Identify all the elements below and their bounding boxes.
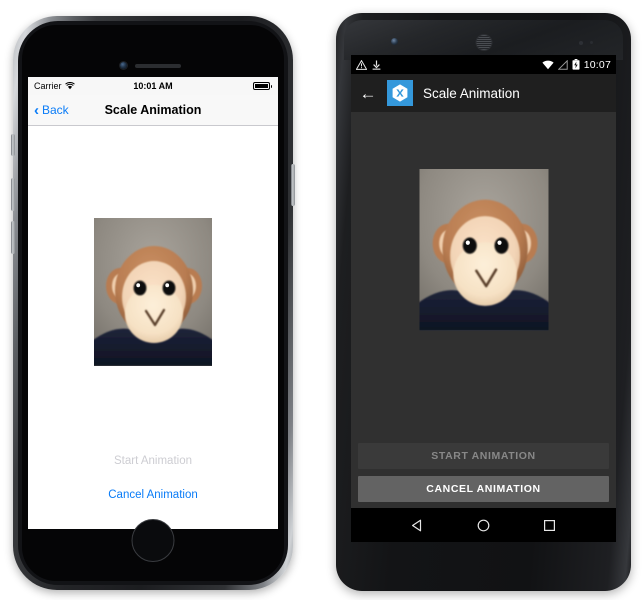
android-clock: 10:07 — [583, 58, 611, 71]
circle-home-icon[interactable] — [476, 518, 491, 533]
ios-screen: Carrier 10:01 AM ‹ Back Scale Animation … — [28, 77, 278, 529]
android-screen: 10:07 ← Scale Animation START ANIMATION … — [351, 55, 616, 542]
ios-back-label: Back — [42, 103, 69, 117]
iphone-device: Carrier 10:01 AM ‹ Back Scale Animation … — [11, 16, 295, 590]
chevron-left-icon: ‹ — [34, 101, 39, 119]
android-system-icons: 10:07 — [542, 59, 611, 71]
xamarin-logo-icon — [387, 80, 413, 106]
arrow-left-icon[interactable]: ← — [359, 85, 377, 102]
iphone-volume-up-button[interactable] — [11, 178, 15, 211]
iphone-mute-switch[interactable] — [11, 134, 15, 156]
wifi-icon — [542, 60, 554, 69]
screenshot-stage: Carrier 10:01 AM ‹ Back Scale Animation … — [0, 0, 643, 600]
android-action-buttons: START ANIMATION CANCEL ANIMATION — [351, 443, 616, 502]
square-recents-icon[interactable] — [542, 518, 557, 533]
ios-status-bar: Carrier 10:01 AM — [28, 77, 278, 95]
android-notification-icons — [356, 59, 381, 70]
cancel-animation-button[interactable]: Cancel Animation — [28, 489, 278, 501]
cancel-animation-button[interactable]: CANCEL ANIMATION — [358, 476, 609, 502]
ios-back-button[interactable]: ‹ Back — [34, 103, 69, 118]
start-animation-button[interactable]: START ANIMATION — [358, 443, 609, 469]
android-status-bar: 10:07 — [351, 55, 616, 74]
ios-carrier-label: Carrier — [34, 81, 62, 91]
android-action-bar: ← Scale Animation — [351, 74, 616, 112]
android-navigation-bar — [351, 508, 616, 542]
warning-triangle-icon — [356, 59, 367, 70]
android-top-bezel — [344, 20, 623, 60]
ios-carrier-group: Carrier — [34, 81, 75, 91]
wifi-icon — [64, 82, 75, 90]
iphone-home-button[interactable] — [131, 519, 175, 562]
monkey-photo — [94, 218, 212, 366]
android-page-title: Scale Animation — [423, 85, 520, 101]
iphone-volume-down-button[interactable] — [11, 221, 15, 254]
monkey-photo — [419, 169, 548, 331]
earpiece-speaker-icon — [135, 64, 181, 68]
ios-nav-bar: ‹ Back Scale Animation — [28, 95, 278, 126]
ios-action-buttons: Start Animation Cancel Animation — [28, 455, 278, 501]
ios-content-area: Start Animation Cancel Animation — [28, 126, 278, 529]
triangle-back-icon[interactable] — [410, 518, 425, 533]
start-animation-button[interactable]: Start Animation — [28, 455, 278, 467]
front-camera-icon — [120, 62, 127, 69]
earpiece-speaker-icon — [476, 35, 491, 50]
battery-full-icon — [252, 82, 272, 90]
battery-charging-icon — [572, 59, 580, 70]
download-icon — [372, 60, 381, 70]
android-content-area: START ANIMATION CANCEL ANIMATION — [351, 112, 616, 508]
no-signal-icon — [557, 59, 568, 70]
android-device: 10:07 ← Scale Animation START ANIMATION … — [336, 13, 631, 591]
iphone-power-button[interactable] — [291, 164, 295, 206]
front-camera-icon — [391, 38, 398, 45]
proximity-sensor-icon — [579, 41, 583, 45]
light-sensor-icon — [590, 41, 593, 44]
